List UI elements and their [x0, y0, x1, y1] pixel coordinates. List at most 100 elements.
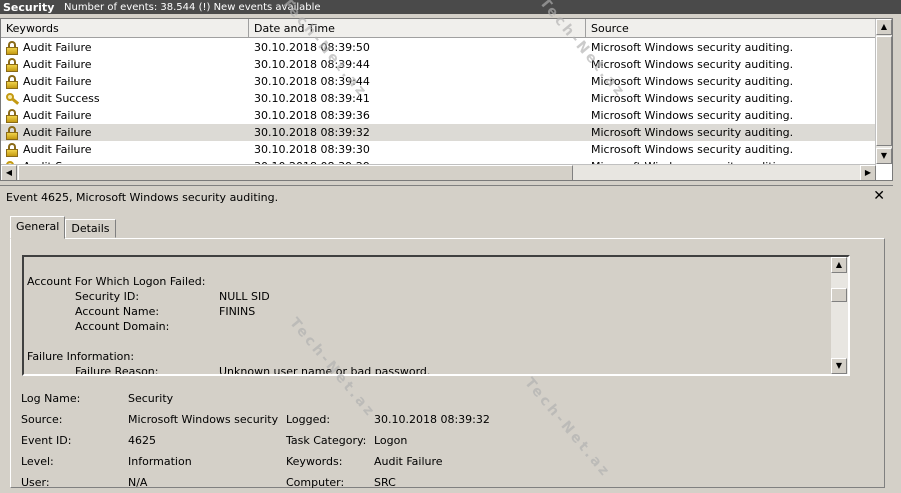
- keywords-value: Audit Failure: [374, 455, 443, 468]
- event-source: Microsoft Windows security auditing.: [591, 109, 794, 122]
- level-label: Level:: [21, 455, 54, 468]
- event-details-title: Event 4625, Microsoft Windows security a…: [6, 191, 279, 204]
- event-datetime: 30.10.2018 08:39:44: [254, 58, 370, 71]
- column-header-date-time[interactable]: Date and Time: [249, 19, 586, 38]
- property-row: Level: Information Keywords: Audit Failu…: [21, 451, 861, 472]
- event-row[interactable]: Audit Failure 30.10.2018 08:39:44 Microsof…: [1, 56, 876, 73]
- event-datetime: 30.10.2018 08:39:41: [254, 92, 370, 105]
- lock-icon: [5, 57, 19, 73]
- event-keyword-cell: Audit Failure: [1, 56, 249, 73]
- source-label: Source:: [21, 413, 63, 426]
- event-source: Microsoft Windows security auditing.: [591, 92, 794, 105]
- event-message-box[interactable]: Account For Which Logon Failed: Security…: [22, 255, 850, 376]
- event-source: Microsoft Windows security auditing.: [591, 58, 794, 71]
- event-keyword: Audit Failure: [23, 75, 92, 88]
- event-row[interactable]: Audit Failure 30.10.2018 08:39:32 Microsof…: [1, 124, 876, 141]
- event-source: Microsoft Windows security auditing.: [591, 75, 794, 88]
- scroll-down-button[interactable]: ▼: [876, 148, 892, 164]
- lock-icon: [5, 40, 19, 56]
- event-keyword-cell: Audit Failure: [1, 107, 249, 124]
- event-datetime: 30.10.2018 08:39:32: [254, 126, 370, 139]
- event-keyword: Audit Failure: [23, 41, 92, 54]
- task-category-label: Task Category:: [286, 434, 367, 447]
- log-name-value: Security: [128, 392, 174, 405]
- message-scroll-up-button[interactable]: ▲: [831, 257, 847, 273]
- event-source: Microsoft Windows security auditing.: [591, 126, 794, 139]
- log-name-label: Log Name:: [21, 392, 81, 405]
- window-title: Security: [3, 0, 55, 14]
- event-keyword: Audit Failure: [23, 143, 92, 156]
- message-scroll-thumb[interactable]: [831, 288, 847, 302]
- list-vertical-scrollbar[interactable]: ▲ ▼: [875, 19, 892, 164]
- computer-label: Computer:: [286, 476, 345, 489]
- security-id-label: Security ID:: [75, 290, 140, 303]
- account-name-label: Account Name:: [75, 305, 160, 318]
- lock-icon: [5, 74, 19, 90]
- account-name-value: FININS: [219, 305, 256, 318]
- event-keyword-cell: Audit Success: [1, 90, 249, 107]
- logged-label: Logged:: [286, 413, 331, 426]
- list-horizontal-scrollbar[interactable]: ◀ ▶: [1, 164, 876, 180]
- event-source: Microsoft Windows security auditing.: [591, 143, 794, 156]
- user-label: User:: [21, 476, 50, 489]
- scroll-up-button[interactable]: ▲: [876, 19, 892, 35]
- event-row[interactable]: Audit Success 30.10.2018 08:39:41 Microsof…: [1, 90, 876, 107]
- property-row: Log Name: Security: [21, 388, 861, 409]
- column-header-source[interactable]: Source: [586, 19, 876, 38]
- message-section-failure: Failure Information:: [27, 350, 135, 363]
- event-row[interactable]: Audit Failure 30.10.2018 08:39:50 Microsof…: [1, 39, 876, 56]
- message-scroll-down-button[interactable]: ▼: [831, 358, 847, 374]
- source-value: Microsoft Windows security: [128, 413, 279, 426]
- lock-icon: [5, 142, 19, 158]
- user-value: N/A: [128, 476, 148, 489]
- event-datetime: 30.10.2018 08:39:50: [254, 41, 370, 54]
- message-section-account: Account For Which Logon Failed:: [27, 275, 206, 288]
- event-keyword-cell: Audit Failure: [1, 39, 249, 56]
- scroll-left-button[interactable]: ◀: [1, 165, 17, 180]
- column-header-row: Keywords Date and Time Source: [1, 19, 876, 38]
- event-keyword: Audit Failure: [23, 58, 92, 71]
- logged-value: 30.10.2018 08:39:32: [374, 413, 490, 426]
- failure-reason-value: Unknown user name or bad password.: [219, 365, 431, 376]
- property-row: Source: Microsoft Windows security Logge…: [21, 409, 861, 430]
- event-details-header: Event 4625, Microsoft Windows security a…: [0, 185, 893, 209]
- title-bar: Security Number of events: 38.544 (!) Ne…: [0, 0, 901, 14]
- lock-icon: [5, 108, 19, 124]
- message-vertical-scrollbar[interactable]: ▲ ▼: [831, 257, 848, 374]
- scroll-right-button[interactable]: ▶: [860, 165, 876, 180]
- event-datetime: 30.10.2018 08:39:30: [254, 143, 370, 156]
- event-source: Microsoft Windows security auditing.: [591, 41, 794, 54]
- event-keyword: Audit Failure: [23, 109, 92, 122]
- scroll-thumb[interactable]: [876, 36, 892, 146]
- event-list[interactable]: Keywords Date and Time Source Audit Fail…: [0, 18, 893, 181]
- column-header-keywords[interactable]: Keywords: [1, 19, 249, 38]
- account-domain-label: Account Domain:: [75, 320, 170, 333]
- event-row[interactable]: Audit Failure 30.10.2018 08:39:36 Microsof…: [1, 107, 876, 124]
- event-id-value: 4625: [128, 434, 156, 447]
- event-keyword-cell: Audit Failure: [1, 73, 249, 90]
- security-id-value: NULL SID: [219, 290, 270, 303]
- event-keyword: Audit Failure: [23, 126, 92, 139]
- event-row[interactable]: Audit Failure 30.10.2018 08:39:30 Microsof…: [1, 141, 876, 158]
- event-keyword-cell: Audit Failure: [1, 141, 249, 158]
- property-row: User: N/A Computer: SRC: [21, 472, 861, 493]
- event-message-content: Account For Which Logon Failed: Security…: [27, 274, 827, 376]
- event-id-label: Event ID:: [21, 434, 72, 447]
- level-value: Information: [128, 455, 192, 468]
- horizontal-scroll-thumb[interactable]: [18, 165, 573, 180]
- event-keyword-cell: Audit Failure: [1, 124, 249, 141]
- event-count-status: Number of events: 38.544 (!) New events …: [64, 1, 321, 13]
- event-properties: Log Name: Security Source: Microsoft Win…: [21, 388, 861, 493]
- task-category-value: Logon: [374, 434, 408, 447]
- event-datetime: 30.10.2018 08:39:44: [254, 75, 370, 88]
- key-icon: [5, 91, 20, 107]
- details-tabs: General Details: [10, 216, 116, 239]
- tab-details[interactable]: Details: [65, 219, 116, 238]
- tab-general[interactable]: General: [10, 216, 66, 239]
- event-row[interactable]: Audit Failure 30.10.2018 08:39:44 Microsof…: [1, 73, 876, 90]
- failure-reason-label: Failure Reason:: [75, 365, 159, 376]
- close-icon[interactable]: ✕: [873, 188, 885, 204]
- lock-icon: [5, 125, 19, 141]
- computer-value: SRC: [374, 476, 396, 489]
- event-rows: Audit Failure 30.10.2018 08:39:50 Microsof…: [1, 39, 876, 164]
